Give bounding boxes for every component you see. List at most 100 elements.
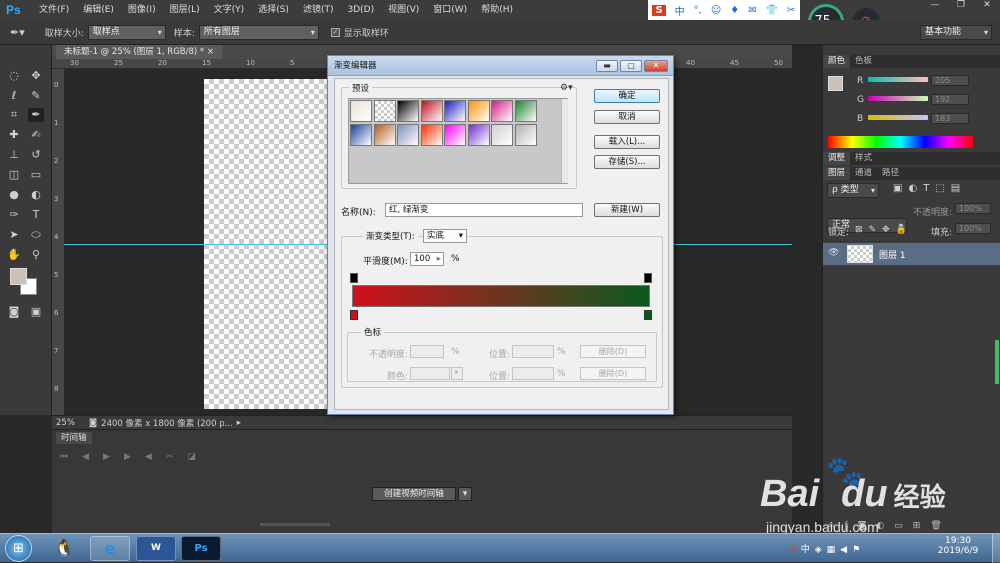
sample-select[interactable]: 所有图层	[198, 24, 319, 40]
ie-icon[interactable]: e	[90, 536, 130, 561]
visibility-eye-icon[interactable]: 👁	[828, 248, 839, 258]
voice-icon[interactable]: ♦	[730, 5, 739, 16]
start-button-icon[interactable]: ⊞	[5, 535, 32, 562]
menu-select[interactable]: 选择(S)	[251, 0, 296, 20]
audio-icon[interactable]: ◀	[145, 452, 166, 462]
color-location-input[interactable]	[512, 367, 554, 380]
dodge-tool-icon[interactable]: ◐	[28, 188, 44, 202]
lock-position-icon[interactable]: ✥	[882, 225, 896, 235]
menu-filter[interactable]: 滤镜(T)	[296, 0, 341, 20]
skin-icon[interactable]: 👕	[766, 5, 778, 16]
layer-filter-select[interactable]: ρ 类型	[827, 183, 879, 198]
opacity-location-input[interactable]	[512, 345, 554, 358]
gradient-name-input[interactable]: 红, 绿渐变	[385, 203, 583, 217]
history-brush-icon[interactable]: ↺	[28, 148, 44, 162]
tab-color[interactable]: 颜色	[823, 55, 851, 68]
first-frame-icon[interactable]: ⏮	[60, 452, 82, 462]
timeline-tab[interactable]: 时间轴	[56, 432, 92, 444]
gradient-preset-swatch[interactable]	[467, 124, 490, 146]
b-slider[interactable]	[868, 115, 928, 120]
shield-icon[interactable]: ◈	[815, 545, 827, 555]
menu-view[interactable]: 视图(V)	[381, 0, 426, 20]
eyedropper-tool-icon[interactable]: ✒	[28, 108, 44, 122]
gradient-preset-swatch[interactable]	[491, 124, 513, 146]
zoom-level[interactable]: 25%	[56, 418, 75, 428]
quick-mask-icon[interactable]: ◙	[6, 305, 22, 319]
menu-file[interactable]: 文件(F)	[32, 0, 76, 20]
gradient-preview-bar[interactable]	[352, 285, 650, 307]
new-gradient-button[interactable]: 新建(W)	[594, 203, 660, 217]
g-slider[interactable]	[868, 96, 928, 101]
volume-icon[interactable]: ◀	[840, 545, 852, 555]
pen-tool-icon[interactable]: ✑	[6, 208, 22, 222]
prev-frame-icon[interactable]: ◀	[82, 452, 103, 462]
stop-color-arrow-icon[interactable]: ▸	[451, 367, 463, 380]
gradient-preset-swatch[interactable]	[397, 100, 419, 122]
healing-tool-icon[interactable]: ✚	[6, 128, 22, 142]
network-icon[interactable]: ▦	[827, 545, 841, 555]
timeline-dropdown-icon[interactable]: ▾	[458, 487, 472, 501]
ime-mode[interactable]: 中	[675, 3, 685, 18]
show-ring-checkbox[interactable]: ✓	[330, 27, 340, 37]
tab-styles[interactable]: 样式	[850, 152, 877, 165]
filter-smart-icon[interactable]: ▤	[951, 183, 966, 194]
gradient-preset-swatch[interactable]	[373, 124, 396, 146]
flag-icon[interactable]: ⚑	[852, 545, 865, 555]
stamp-tool-icon[interactable]: ⊥	[6, 148, 22, 162]
presets-scrollbar[interactable]	[561, 99, 568, 183]
clock[interactable]: 19:30 2019/6/9	[930, 536, 986, 556]
lock-all-icon[interactable]: 🔒	[896, 225, 913, 235]
move-tool-icon[interactable]: ✥	[28, 69, 44, 83]
menu-layer[interactable]: 图层(L)	[163, 0, 207, 20]
close-icon[interactable]: ✕	[974, 0, 1000, 14]
shape-tool-icon[interactable]: ⬭	[28, 228, 44, 242]
gradient-preset-swatch[interactable]	[444, 124, 466, 146]
layer-name[interactable]: 图层 1	[879, 248, 906, 261]
dialog-maximize-icon[interactable]: ▢	[620, 60, 642, 72]
tab-paths[interactable]: 路径	[877, 167, 904, 180]
gradient-preset-swatch[interactable]	[514, 100, 537, 122]
create-video-timeline-button[interactable]: 创建视频时间轴	[372, 487, 456, 501]
close-tab-icon[interactable]: ×	[207, 47, 214, 57]
gradient-preset-swatch[interactable]	[514, 124, 537, 146]
menu-type[interactable]: 文字(Y)	[207, 0, 252, 20]
tools-icon[interactable]: ✂	[787, 5, 795, 16]
menu-edit[interactable]: 编辑(E)	[76, 0, 121, 20]
keyboard-icon[interactable]: ✉	[748, 5, 756, 16]
opacity-value[interactable]: 100%	[955, 203, 991, 214]
photoshop-taskbar-icon[interactable]: Ps	[181, 536, 221, 561]
menu-help[interactable]: 帮助(H)	[474, 0, 520, 20]
smoothness-input[interactable]: 100 ▸	[410, 252, 444, 266]
menu-image[interactable]: 图像(I)	[121, 0, 163, 20]
menu-3d[interactable]: 3D(D)	[340, 0, 381, 20]
path-select-icon[interactable]: ➤	[6, 228, 22, 242]
gradient-type-select[interactable]: 实底 ▾	[423, 229, 467, 243]
filter-pixel-icon[interactable]: ▣	[893, 183, 908, 194]
type-tool-icon[interactable]: T	[28, 208, 44, 222]
tab-layers[interactable]: 图层	[823, 167, 851, 180]
dialog-close-icon[interactable]: ✕	[644, 60, 668, 72]
quick-select-tool-icon[interactable]: ✎	[28, 89, 44, 103]
gradient-tool-icon[interactable]: ▭	[28, 168, 44, 182]
panel-scrollbar[interactable]	[995, 340, 999, 384]
emoji-icon[interactable]: ☺	[711, 5, 721, 16]
doc-info-arrow-icon[interactable]: ▸	[237, 418, 241, 428]
punctuation-icon[interactable]: °,	[694, 5, 702, 16]
color-stop-right[interactable]	[644, 310, 652, 320]
gradient-preset-swatch[interactable]	[350, 124, 372, 146]
play-icon[interactable]: ▶	[103, 452, 124, 462]
filter-shape-icon[interactable]: ⬚	[935, 183, 950, 194]
minimize-icon[interactable]: —	[922, 0, 948, 14]
workspace-select[interactable]: 基本功能	[920, 24, 992, 40]
b-value[interactable]: 183	[931, 113, 969, 124]
save-button[interactable]: 存储(S)...	[594, 155, 660, 169]
crop-tool-icon[interactable]: ⌗	[6, 108, 22, 122]
eyedropper-icon[interactable]: ✒▾	[10, 26, 25, 39]
next-frame-icon[interactable]: ▶	[124, 452, 145, 462]
tab-swatches[interactable]: 色板	[850, 55, 877, 68]
ok-button[interactable]: 确定	[594, 89, 660, 103]
gradient-preset-swatch[interactable]	[350, 100, 372, 122]
gradient-preset-swatch[interactable]	[420, 124, 443, 146]
stop-color-swatch[interactable]	[410, 367, 450, 380]
split-icon[interactable]: ✂	[166, 452, 188, 462]
